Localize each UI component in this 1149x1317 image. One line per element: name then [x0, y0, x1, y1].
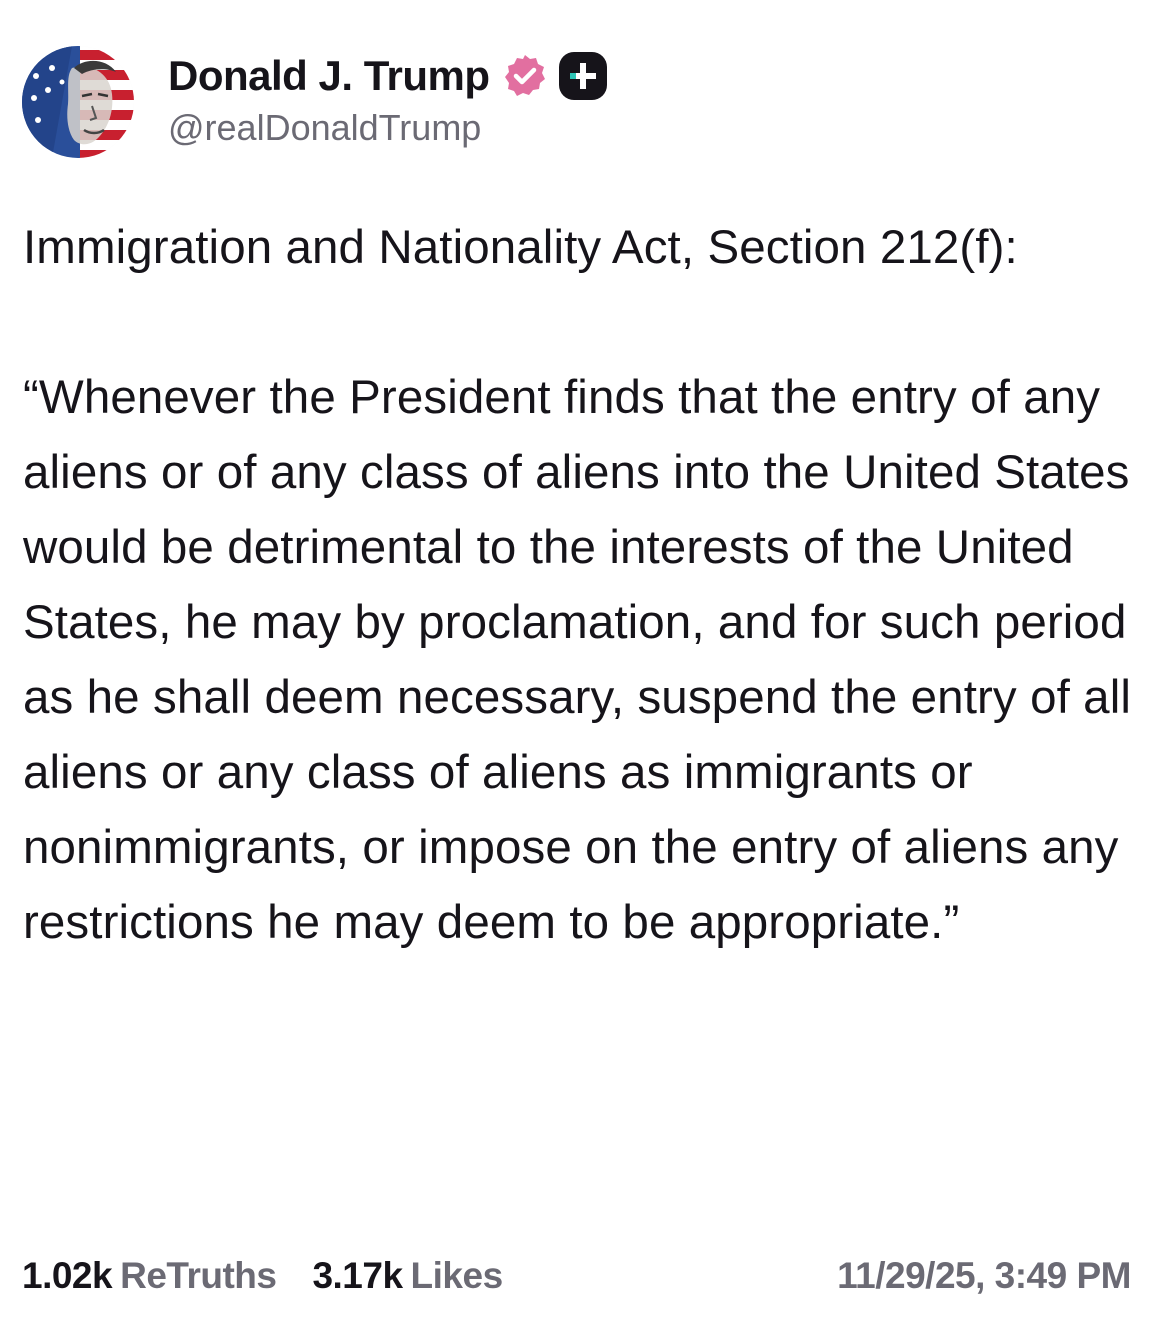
- author-identity: Donald J. Trump @realDonaldTrump: [168, 51, 608, 149]
- likes-count: 3.17k: [312, 1255, 403, 1296]
- likes-stat[interactable]: 3.17k Likes: [312, 1255, 504, 1297]
- retruths-stat[interactable]: 1.02k ReTruths: [22, 1255, 277, 1297]
- retruths-count: 1.02k: [22, 1255, 113, 1296]
- avatar-portrait-icon: [22, 46, 134, 158]
- verified-badge-icon: [504, 55, 545, 96]
- author-name-row: Donald J. Trump: [168, 51, 608, 101]
- avatar[interactable]: [22, 46, 134, 158]
- post-header: Donald J. Trump @realDonaldTrump: [22, 46, 608, 158]
- author-handle[interactable]: @realDonaldTrump: [168, 107, 608, 149]
- author-display-name[interactable]: Donald J. Trump: [168, 52, 490, 100]
- retruths-label: ReTruths: [120, 1255, 277, 1296]
- post-quote: “Whenever the President finds that the e…: [23, 371, 1131, 949]
- post-timestamp[interactable]: 11/29/25, 3:49 PM: [837, 1255, 1131, 1297]
- truth-plus-icon: [558, 52, 607, 100]
- post-footer: 1.02k ReTruths 3.17k Likes 11/29/25, 3:4…: [22, 1252, 1131, 1300]
- likes-label: Likes: [410, 1255, 504, 1296]
- post-text: Immigration and Nationality Act, Section…: [23, 210, 1133, 960]
- post-heading: Immigration and Nationality Act, Section…: [23, 221, 1018, 274]
